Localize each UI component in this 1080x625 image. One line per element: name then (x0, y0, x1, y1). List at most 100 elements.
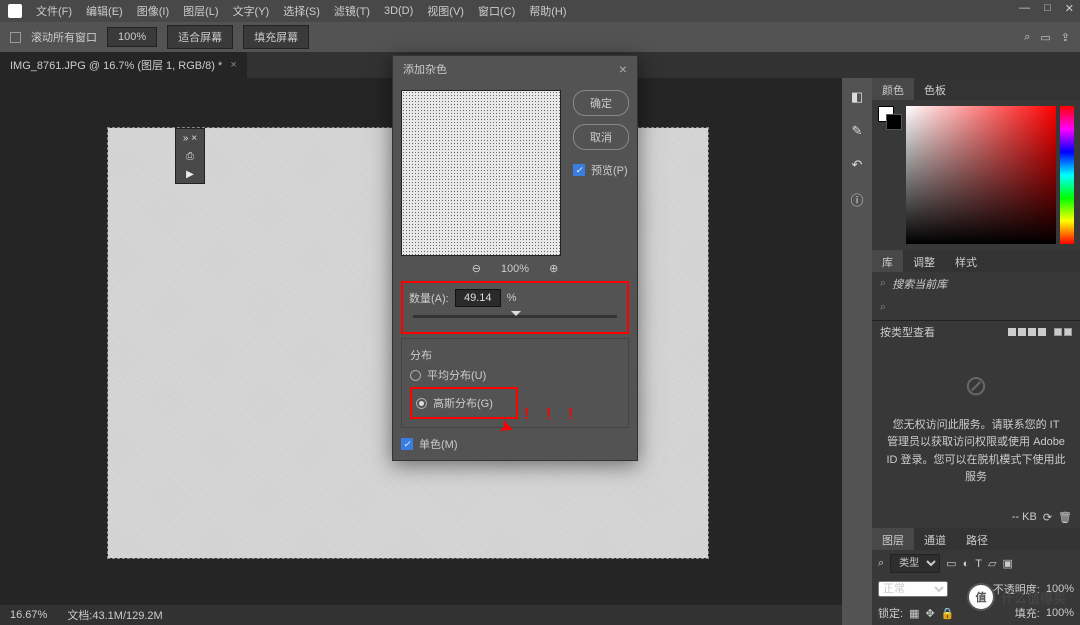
status-doc[interactable]: 文档:43.1M/129.2M (67, 607, 162, 623)
amount-highlight: 数量(A): % (401, 281, 629, 334)
preview-checkbox[interactable]: ✓预览(P) (573, 162, 629, 178)
app-logo (8, 4, 22, 18)
info-icon[interactable]: ⓘ (848, 190, 866, 208)
fg-bg-swatch[interactable] (878, 106, 902, 130)
menu-edit[interactable]: 编辑(E) (86, 3, 123, 19)
filter-adjust-icon[interactable]: ◐ (963, 558, 970, 570)
watermark-icon: 值 (967, 583, 995, 611)
percent-label: % (507, 292, 517, 304)
tab-paths[interactable]: 路径 (956, 528, 998, 550)
monochrome-checkbox[interactable]: ✓单色(M) (401, 436, 629, 452)
panel-dock: ◧ ✎ ↶ ⓘ (842, 78, 872, 625)
zoom-level: 100% (501, 263, 529, 275)
status-bar: 16.67% 文档:43.1M/129.2M (0, 605, 842, 625)
gaussian-highlight: 高斯分布(G) (410, 387, 518, 419)
amount-slider[interactable] (413, 315, 617, 318)
cancel-button[interactable]: 取消 (573, 124, 629, 150)
collapse-icon[interactable]: » × (176, 129, 204, 147)
filter-shape-icon[interactable]: ▱ (988, 557, 996, 570)
layers-panel-tabs: 图层 通道 路径 (872, 528, 1080, 550)
share-icon[interactable]: ⇪ (1061, 31, 1070, 44)
lib-panel-tabs: 库 调整 样式 (872, 250, 1080, 272)
menu-3d[interactable]: 3D(D) (384, 5, 413, 17)
search-icon: ⌕ (880, 301, 886, 314)
noise-preview[interactable] (401, 90, 561, 256)
lock-label: 锁定: (878, 605, 903, 621)
status-zoom[interactable]: 16.67% (10, 609, 47, 621)
kind-filter-icon[interactable]: ⌕ (878, 557, 884, 570)
annotation-exclaim: ！！！ (523, 404, 589, 424)
grid-view-icon[interactable] (1008, 328, 1046, 336)
tab-adjustments[interactable]: 调整 (903, 250, 945, 272)
hue-slider[interactable] (1060, 106, 1074, 244)
floating-toolbar[interactable]: » × ⎙ ▶ (175, 128, 205, 184)
tab-layers[interactable]: 图层 (872, 528, 914, 550)
library-search[interactable]: 搜索当前库 (892, 276, 947, 292)
fit-screen-button[interactable]: 适合屏幕 (167, 25, 233, 49)
ok-button[interactable]: 确定 (573, 90, 629, 116)
zoom-out-icon[interactable]: ⊖ (472, 262, 481, 275)
tab-channels[interactable]: 通道 (914, 528, 956, 550)
uniform-radio[interactable]: 平均分布(U) (410, 367, 620, 383)
swatches-icon[interactable]: ◧ (848, 88, 866, 106)
close-button[interactable]: ✕ (1065, 2, 1074, 15)
trash-icon[interactable]: 🗑 (1058, 511, 1072, 524)
zoom-100-button[interactable]: 100% (107, 27, 157, 47)
window-controls: — □ ✕ (1019, 2, 1074, 15)
watermark: 值 什么值得买 (967, 583, 1066, 611)
document-tab-label: IMG_8761.JPG @ 16.7% (图层 1, RGB/8) * (10, 57, 222, 73)
menu-filter[interactable]: 滤镜(T) (334, 3, 370, 19)
color-field[interactable] (906, 106, 1056, 244)
workspace-icon[interactable]: ▭ (1040, 31, 1050, 44)
menu-help[interactable]: 帮助(H) (529, 3, 566, 19)
menu-type[interactable]: 文字(Y) (233, 3, 270, 19)
tab-swatches[interactable]: 色板 (914, 78, 956, 100)
tab-libraries[interactable]: 库 (872, 250, 903, 272)
distribution-label: 分布 (410, 347, 620, 363)
filter-image-icon[interactable]: ▭ (946, 557, 956, 570)
brush-icon[interactable]: ✎ (848, 122, 866, 140)
history-icon[interactable]: ↶ (848, 156, 866, 174)
tab-close-icon[interactable]: × (230, 59, 236, 71)
menubar: 文件(F) 编辑(E) 图像(I) 图层(L) 文字(Y) 选择(S) 滤镜(T… (0, 0, 1080, 22)
menu-window[interactable]: 窗口(C) (478, 3, 515, 19)
right-panel: 颜色 色板 库 调整 样式 ⌕ 搜索当前库 ⌕ 按类型查看 ⊘ (872, 78, 1080, 625)
document-tab[interactable]: IMG_8761.JPG @ 16.7% (图层 1, RGB/8) * × (0, 52, 247, 78)
menu-select[interactable]: 选择(S) (283, 3, 320, 19)
list-view-icon[interactable] (1054, 328, 1072, 336)
view-by-label[interactable]: 按类型查看 (880, 324, 935, 340)
scroll-all-label: 滚动所有窗口 (31, 29, 97, 45)
lock-all-icon[interactable]: 🔒 (941, 607, 955, 620)
maximize-button[interactable]: □ (1044, 2, 1051, 15)
zoom-in-icon[interactable]: ⊕ (549, 262, 558, 275)
color-panel-tabs: 颜色 色板 (872, 78, 1080, 100)
ruler-icon[interactable]: ⎙ (176, 147, 204, 165)
color-picker[interactable] (872, 100, 1080, 250)
menu-layer[interactable]: 图层(L) (183, 3, 218, 19)
menu-view[interactable]: 视图(V) (427, 3, 464, 19)
menu-image[interactable]: 图像(I) (137, 3, 169, 19)
tab-styles[interactable]: 样式 (945, 250, 987, 272)
amount-input[interactable] (455, 289, 501, 307)
play-icon[interactable]: ▶ (176, 165, 204, 183)
kind-select[interactable]: 类型 (890, 554, 940, 573)
scroll-all-checkbox[interactable] (10, 32, 21, 43)
sync-icon[interactable]: ⟳ (1043, 511, 1052, 524)
search-icon[interactable]: ⌕ (1024, 31, 1030, 44)
menu-file[interactable]: 文件(F) (36, 3, 72, 19)
minimize-button[interactable]: — (1019, 2, 1030, 15)
blend-mode-select[interactable]: 正常 (878, 581, 948, 597)
cloud-off-icon: ⊘ (886, 364, 1066, 409)
amount-label: 数量(A): (409, 290, 449, 306)
gaussian-radio[interactable]: 高斯分布(G) (416, 395, 512, 411)
distribution-group: 分布 平均分布(U) 高斯分布(G) (401, 338, 629, 428)
lock-position-icon[interactable]: ✥ (925, 607, 934, 620)
filter-type-icon[interactable]: T (975, 558, 982, 570)
tab-color[interactable]: 颜色 (872, 78, 914, 100)
kb-label: -- KB (1012, 511, 1037, 524)
fill-screen-button[interactable]: 填充屏幕 (243, 25, 309, 49)
dialog-close-icon[interactable]: × (619, 61, 627, 77)
filter-smart-icon[interactable]: ▣ (1002, 557, 1012, 570)
lock-pixels-icon[interactable]: ▦ (909, 607, 919, 620)
options-bar: 滚动所有窗口 100% 适合屏幕 填充屏幕 ⌕ ▭ ⇪ (0, 22, 1080, 52)
